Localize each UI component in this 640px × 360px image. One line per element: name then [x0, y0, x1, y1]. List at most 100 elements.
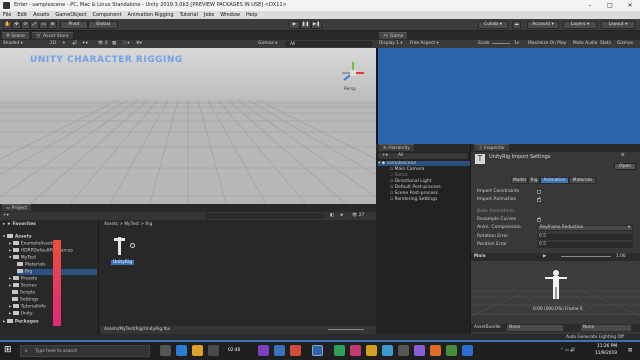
- game-gizmos-toggle[interactable]: Gizmos: [617, 41, 633, 46]
- cloud-icon[interactable]: ☁: [512, 21, 521, 29]
- tab-model[interactable]: Model: [511, 177, 528, 184]
- unity-editor-taskbar-icon[interactable]: [312, 345, 323, 356]
- resample-curves-checkbox[interactable]: [537, 216, 541, 222]
- filter-type-icon[interactable]: ◧: [330, 213, 334, 218]
- aspect-dropdown[interactable]: Free Aspect ▾: [410, 41, 439, 46]
- project-search-input[interactable]: [205, 213, 325, 219]
- stats-toggle[interactable]: Stats: [600, 41, 611, 46]
- tab-animation[interactable]: Animation: [540, 177, 569, 184]
- maximize-on-play-toggle[interactable]: Maximize On Play: [528, 41, 566, 46]
- step-button[interactable]: ▶❚: [311, 21, 322, 29]
- project-tree-item[interactable]: Settings: [9, 297, 38, 303]
- project-tree-item[interactable]: Materials: [17, 262, 46, 268]
- app-icon[interactable]: [446, 345, 457, 356]
- import-constraints-checkbox[interactable]: [537, 190, 541, 194]
- assets-root-node[interactable]: ▾ Assets: [3, 234, 32, 240]
- expand-asset-icon[interactable]: [130, 243, 135, 248]
- global-toggle[interactable]: Global: [88, 21, 118, 29]
- mode-2d-toggle[interactable]: 2D: [50, 41, 56, 46]
- notifications-icon[interactable]: ▤: [628, 348, 632, 353]
- inspector-settings-icon[interactable]: ⚙: [621, 153, 625, 158]
- position-error-field[interactable]: 0.5: [537, 242, 633, 248]
- project-tree-item[interactable]: ▸ Scenes: [9, 283, 37, 289]
- hand-tool-icon[interactable]: ✋: [3, 21, 12, 29]
- breadcrumb-item[interactable]: Assets: [104, 222, 118, 227]
- grid-icon[interactable]: ▦: [112, 41, 116, 46]
- app-icon[interactable]: [462, 345, 473, 356]
- close-icon[interactable]: ✕: [620, 0, 640, 11]
- scene-view[interactable]: UNITY CHARACTER RIGGING Persp: [0, 48, 376, 204]
- favorites-node[interactable]: ▸ ★ Favorites: [3, 222, 36, 227]
- shading-dropdown[interactable]: Shaded ▾: [3, 41, 23, 46]
- preview-speed-slider[interactable]: [561, 256, 611, 257]
- tab-materials[interactable]: Materials: [569, 177, 596, 184]
- move-tool-icon[interactable]: ✥: [12, 21, 21, 29]
- import-animation-checkbox[interactable]: [537, 196, 541, 202]
- app-icon[interactable]: [334, 345, 345, 356]
- display-dropdown[interactable]: Display 1 ▾: [379, 41, 402, 46]
- tab-asset-store[interactable]: 🛒 Asset Store: [32, 32, 73, 39]
- tab-game[interactable]: 🎮 Game: [379, 32, 408, 39]
- menu-animation-rigging[interactable]: Animation Rigging: [128, 11, 174, 19]
- app-icon[interactable]: [350, 345, 361, 356]
- mute-audio-toggle[interactable]: Mute Audio: [573, 41, 597, 46]
- layers-dropdown[interactable]: Layers ▾: [563, 21, 597, 29]
- rotate-tool-icon[interactable]: ⟳: [21, 21, 30, 29]
- menu-window[interactable]: Window: [220, 11, 240, 19]
- pivot-toggle[interactable]: Pivot: [60, 21, 88, 29]
- hidden-packages-icon[interactable]: 👁 27: [352, 213, 364, 218]
- account-dropdown[interactable]: Account ▾: [527, 21, 559, 29]
- asset-bundle-dropdown[interactable]: None: [507, 325, 563, 331]
- menu-file[interactable]: File: [3, 11, 11, 19]
- play-button[interactable]: ▶: [289, 21, 300, 29]
- scale-tool-icon[interactable]: ⤢: [30, 21, 39, 29]
- hierarchy-scene-root[interactable]: ▾ ◆ samplescene: [378, 161, 470, 166]
- menu-help[interactable]: Help: [246, 11, 257, 19]
- app-icon[interactable]: [290, 345, 301, 356]
- hierarchy-add-icon[interactable]: +▾: [382, 153, 388, 158]
- rotation-error-field[interactable]: 0.5: [537, 234, 633, 240]
- game-view[interactable]: [378, 48, 640, 144]
- anim-compression-dropdown[interactable]: Keyframe Reduction ▾: [537, 225, 633, 231]
- app-icon[interactable]: [274, 345, 285, 356]
- project-tree-item[interactable]: ▾ MyTest: [9, 255, 36, 261]
- hierarchy-item-default-post-process[interactable]: ▫ Default Post-process: [390, 185, 441, 190]
- project-tree-item[interactable]: ▸ Presets: [9, 276, 37, 282]
- hierarchy-item-robot[interactable]: ▫ Robot: [390, 173, 408, 178]
- preview-play-icon[interactable]: ▶: [543, 254, 546, 259]
- tab-rig[interactable]: Rig: [528, 177, 540, 184]
- lighting-icon[interactable]: ☀: [62, 41, 66, 46]
- transform-tool-icon[interactable]: ⊕: [48, 21, 57, 29]
- scene-search-input[interactable]: All: [285, 41, 373, 47]
- collab-dropdown[interactable]: Collab ▾: [478, 21, 508, 29]
- effects-icon[interactable]: ✦▾: [82, 41, 88, 46]
- hidden-objects-icon[interactable]: 👁 0: [98, 41, 108, 46]
- open-button[interactable]: Open: [614, 163, 636, 170]
- menu-gameobject[interactable]: GameObject: [55, 11, 86, 19]
- taskbar-search-input[interactable]: ⌕ Type here to search: [20, 345, 150, 357]
- orientation-gizmo-icon[interactable]: [340, 60, 366, 86]
- scale-slider[interactable]: [492, 43, 510, 44]
- packages-node[interactable]: ▸ Packages: [3, 319, 39, 325]
- app-icon[interactable]: [258, 345, 269, 356]
- project-tree-item[interactable]: ▸ ExampleAssets: [9, 241, 55, 247]
- maximize-icon[interactable]: □: [600, 0, 620, 11]
- menu-jobs[interactable]: Jobs: [204, 11, 214, 19]
- hierarchy-search-input[interactable]: +▾ All: [378, 153, 468, 159]
- menu-component[interactable]: Component: [93, 11, 122, 19]
- minimize-icon[interactable]: –: [580, 0, 600, 11]
- filter-label-icon[interactable]: ◈: [340, 213, 343, 218]
- menu-tutorial[interactable]: Tutorial: [180, 11, 198, 19]
- gizmos-dropdown[interactable]: Gizmos ▾: [258, 41, 277, 46]
- app-icon[interactable]: [398, 345, 409, 356]
- audio-icon[interactable]: 🔊: [72, 41, 77, 46]
- pause-button[interactable]: ❚❚: [300, 21, 311, 29]
- tab-project[interactable]: ▭ Project: [2, 204, 32, 211]
- project-tree-item[interactable]: ▸ TutorialInfo: [9, 304, 46, 310]
- app-icon[interactable]: [430, 345, 441, 356]
- windows-start-icon[interactable]: ⊞: [4, 346, 12, 355]
- rect-tool-icon[interactable]: ▭: [39, 21, 48, 29]
- project-tree-item[interactable]: Scripts: [9, 290, 35, 296]
- asset-tile-unityrig[interactable]: UnityRig: [111, 234, 135, 268]
- icon-size-slider[interactable]: [328, 329, 364, 330]
